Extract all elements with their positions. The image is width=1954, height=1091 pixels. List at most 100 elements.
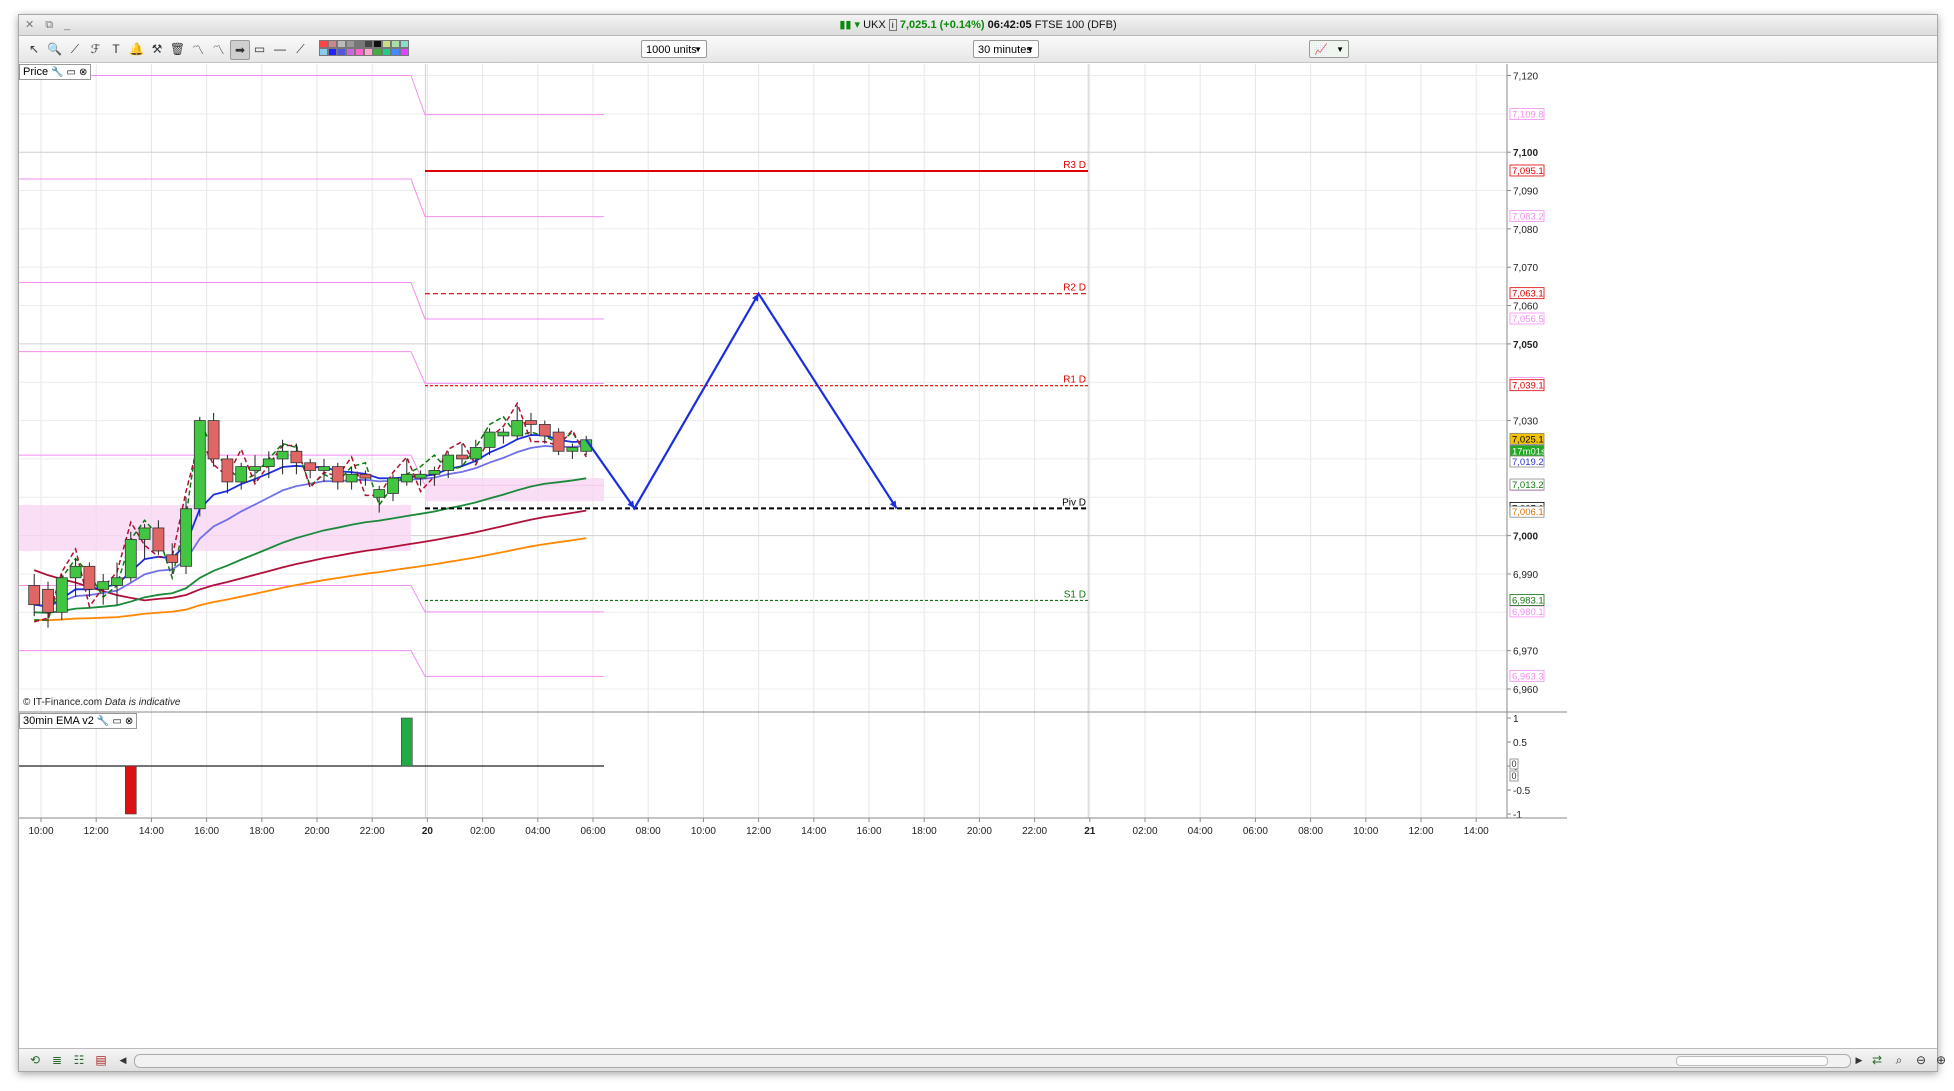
color-swatch[interactable] bbox=[373, 48, 382, 56]
info-icon[interactable]: i bbox=[888, 19, 897, 31]
time-scrollbar[interactable] bbox=[134, 1054, 1851, 1068]
auto-scale-icon[interactable]: ⟲ bbox=[27, 1052, 43, 1068]
draw-line-icon[interactable]: ⟋ bbox=[66, 40, 84, 58]
fit-icon[interactable]: ⇄ bbox=[1869, 1052, 1885, 1068]
color-swatch[interactable] bbox=[400, 40, 409, 48]
color-swatch[interactable] bbox=[355, 48, 364, 56]
close-icon[interactable]: ⊗ bbox=[79, 66, 87, 80]
indicator-tick-label: 1 bbox=[1513, 714, 1519, 725]
wrench-icon[interactable]: 🔧 bbox=[51, 66, 63, 80]
zoom-icon[interactable]: 🔍 bbox=[46, 40, 64, 58]
color-swatch[interactable] bbox=[328, 48, 337, 56]
color-swatch[interactable] bbox=[373, 40, 382, 48]
envelope-tag: 6,963.3 bbox=[1512, 671, 1544, 682]
candle-body bbox=[511, 420, 524, 437]
price-tick-label: 7,090 bbox=[1513, 187, 1538, 198]
title-bar: ✕ ⧉ _ ▮▮ ▾ UKX i 7,025.1 (+0.14%) 06:42:… bbox=[19, 15, 1937, 36]
credit-text: © IT-Finance.com bbox=[23, 697, 103, 708]
time-tick-label: 08:00 bbox=[1298, 826, 1323, 837]
chart-style-button[interactable]: 📈 ▼ bbox=[1309, 40, 1349, 58]
ray-icon[interactable]: ⟋ bbox=[292, 40, 310, 58]
close-icon[interactable]: ⊗ bbox=[125, 715, 133, 729]
time-tick-label: 04:00 bbox=[1188, 826, 1213, 837]
candle-body bbox=[387, 477, 399, 494]
color-swatch[interactable] bbox=[337, 48, 346, 56]
time-tick-label: 10:00 bbox=[1353, 826, 1378, 837]
color-swatch[interactable] bbox=[400, 48, 409, 56]
color-swatch[interactable] bbox=[328, 40, 337, 48]
level-tag: 7,095.1 bbox=[1512, 166, 1544, 177]
candle-body bbox=[538, 424, 551, 437]
price-tick-label: 7,120 bbox=[1513, 72, 1538, 83]
color-swatch[interactable] bbox=[391, 48, 400, 56]
candle bbox=[124, 531, 137, 582]
settings-icon[interactable]: ☷ bbox=[71, 1052, 87, 1068]
color-swatch[interactable] bbox=[346, 40, 355, 48]
color-swatch[interactable] bbox=[364, 40, 373, 48]
fibonacci-icon[interactable]: ℱ bbox=[87, 40, 105, 58]
rectangle-icon[interactable]: ▭ bbox=[251, 40, 269, 58]
candle bbox=[180, 497, 192, 574]
price-tick-label: 7,050 bbox=[1513, 340, 1538, 351]
color-swatch[interactable] bbox=[364, 48, 373, 56]
candle-body bbox=[318, 466, 330, 471]
envelope-band bbox=[19, 504, 411, 551]
color-swatch[interactable] bbox=[382, 48, 391, 56]
units-select[interactable]: 1000 units ▼ bbox=[641, 40, 707, 58]
tools-icon[interactable]: ⚒ bbox=[148, 40, 166, 58]
scroll-thumb[interactable] bbox=[1676, 1056, 1828, 1066]
chart-area[interactable]: R3 D R2 D R1 D Piv D S1 D 7,120 7,100 7,090 7,08… bbox=[19, 62, 1937, 1048]
time-tick-label: 18:00 bbox=[249, 826, 274, 837]
zoom-area-icon[interactable]: ⌕ bbox=[1891, 1052, 1907, 1068]
candle-body bbox=[345, 473, 358, 483]
candle-body bbox=[331, 466, 344, 483]
chart-type-icon[interactable]: ▮▮ ▾ bbox=[839, 19, 860, 31]
wrench-icon[interactable]: 🔧 bbox=[97, 715, 109, 729]
list-icon[interactable]: ≣ bbox=[49, 1052, 65, 1068]
color-swatch[interactable] bbox=[337, 40, 346, 48]
pointer-icon[interactable]: ↖ bbox=[25, 40, 43, 58]
zoom-in-icon[interactable]: ⊕ bbox=[1933, 1052, 1949, 1068]
candle-body bbox=[525, 420, 537, 425]
color-swatch[interactable] bbox=[355, 40, 364, 48]
candle-body bbox=[469, 447, 482, 460]
arrow-icon[interactable]: ➡ bbox=[230, 40, 250, 60]
scroll-left-icon[interactable]: ◀ bbox=[115, 1052, 131, 1068]
trend-icon[interactable]: 〽 bbox=[189, 40, 207, 58]
time-tick-label: 20 bbox=[422, 826, 434, 837]
credit-note: Data is indicative bbox=[104, 697, 181, 708]
indicator-tick-label: -1 bbox=[1513, 810, 1522, 821]
window-icon[interactable]: ▭ bbox=[112, 715, 121, 729]
price-tick-label: 7,000 bbox=[1513, 532, 1538, 543]
candle-body bbox=[221, 458, 234, 483]
text-icon[interactable]: T bbox=[107, 40, 125, 58]
pivot-level-label: Piv D bbox=[1062, 497, 1086, 508]
level-tag: 7,063.1 bbox=[1512, 289, 1544, 300]
indicator-icon[interactable]: ▤ bbox=[93, 1052, 109, 1068]
color-swatch[interactable] bbox=[346, 48, 355, 56]
indicator-panel-label: 30min EMA v2 bbox=[23, 715, 94, 727]
delete-icon[interactable]: 🗑 bbox=[169, 40, 187, 58]
candle-body bbox=[359, 473, 372, 479]
scroll-right-icon[interactable]: ▶ bbox=[1851, 1052, 1867, 1068]
time-tick-label: 12:00 bbox=[1408, 826, 1433, 837]
candle-body bbox=[262, 458, 275, 468]
time-tick-label: 12:00 bbox=[746, 826, 771, 837]
pivot-level-label: R2 D bbox=[1063, 283, 1086, 294]
color-swatch[interactable] bbox=[382, 40, 391, 48]
pivot-level-label: S1 D bbox=[1064, 589, 1086, 600]
alert-icon[interactable]: 🔔 bbox=[128, 40, 146, 58]
clock: 06:42:05 bbox=[987, 19, 1032, 31]
color-swatch[interactable] bbox=[391, 40, 400, 48]
color-swatch[interactable] bbox=[319, 48, 328, 56]
candle-body bbox=[373, 489, 386, 498]
price-panel-bg bbox=[19, 64, 1507, 712]
color-swatch[interactable] bbox=[319, 40, 328, 48]
indicator-readout: 0 bbox=[1512, 771, 1517, 781]
window-icon[interactable]: ▭ bbox=[67, 66, 76, 80]
h-line-icon[interactable]: — bbox=[271, 40, 289, 58]
zoom-out-icon[interactable]: ⊖ bbox=[1913, 1052, 1929, 1068]
candle-body bbox=[83, 565, 96, 590]
interval-select[interactable]: 30 minutes ▼ bbox=[973, 40, 1039, 58]
trend-icon-2[interactable]: 〽 bbox=[210, 40, 228, 58]
